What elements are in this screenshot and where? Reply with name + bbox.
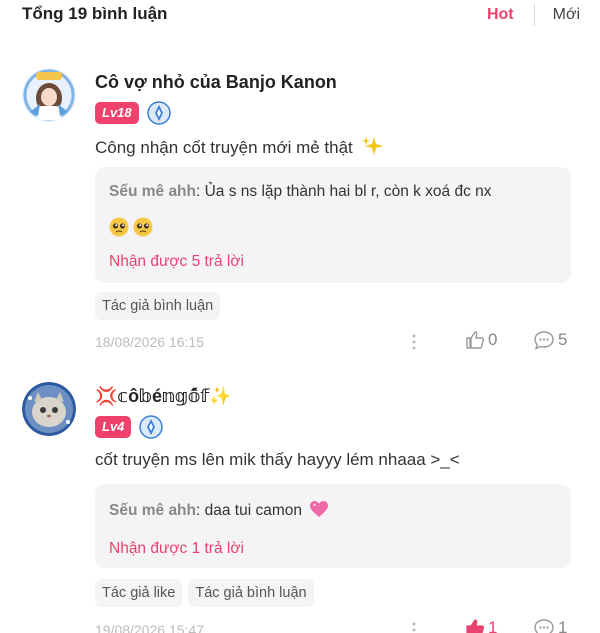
comment-text: cốt truyện ms lên mik thấy hayyy lém nha…	[95, 450, 460, 469]
vip-badge-icon	[139, 415, 164, 439]
author-tags: Tác giả like Tác giả bình luận	[95, 579, 320, 607]
author-tags: Tác giả bình luận	[95, 292, 226, 320]
comment-content: Công nhận cốt truyện mới mẻ thật	[95, 136, 384, 158]
reply-author[interactable]: Sếu mê ahh	[109, 502, 196, 519]
user-badges: Lv18	[95, 101, 171, 125]
sort-tabs: Hot Mới	[487, 4, 580, 26]
comment-text: Công nhận cốt truyện mới mẻ thật	[95, 138, 353, 157]
heart-icon	[310, 501, 329, 517]
reply-count: 5	[558, 330, 568, 349]
comment-content: cốt truyện ms lên mik thấy hayyy lém nha…	[95, 450, 460, 470]
reply-text: : Ủa s ns lặp thành hai bl r, còn k xoá …	[196, 183, 492, 200]
comment-footer: 18/08/2026 16:15 0 5	[95, 330, 571, 354]
reply-author[interactable]: Sếu mê ahh	[109, 183, 196, 200]
more-options-icon[interactable]	[411, 333, 417, 351]
anger-symbol-icon: 💢	[95, 386, 118, 406]
comment-total-title: Tổng 19 bình luận	[22, 4, 168, 23]
tab-new[interactable]: Mới	[553, 6, 580, 24]
reply-text: : daa tui camon	[196, 502, 302, 519]
author-comment-tag: Tác giả bình luận	[188, 579, 314, 607]
author-comment-tag: Tác giả bình luận	[95, 292, 221, 320]
more-options-icon[interactable]	[411, 621, 417, 633]
like-button[interactable]: 1	[465, 618, 497, 633]
pleading-face-icon	[109, 217, 129, 237]
view-replies-link[interactable]: Nhận được 1 trả lời	[109, 540, 244, 558]
reply-preview-line: Sếu mê ahh: Ủa s ns lặp thành hai bl r, …	[109, 183, 492, 201]
reply-preview[interactable]: Sếu mê ahh: daa tui camon Nhận được 1 tr…	[95, 484, 571, 568]
tab-hot[interactable]: Hot	[487, 6, 514, 24]
comment-footer: 19/08/2026 15:47 1 1	[95, 618, 571, 633]
sparkles-icon	[361, 137, 383, 155]
level-badge: Lv4	[95, 416, 132, 438]
comment-date: 18/08/2026 16:15	[95, 334, 204, 350]
comment-date: 19/08/2026 15:47	[95, 622, 204, 633]
thumbs-up-filled-icon	[466, 619, 484, 633]
avatar[interactable]	[22, 382, 76, 436]
reply-button[interactable]: 1	[533, 618, 567, 633]
chat-bubble-icon	[534, 619, 554, 633]
reply-emojis	[109, 217, 157, 237]
vip-badge-icon	[146, 101, 171, 125]
view-replies-link[interactable]: Nhận được 5 trả lời	[109, 253, 244, 271]
reply-preview-line: Sếu mê ahh: daa tui camon	[109, 500, 329, 520]
comments-header: Tổng 19 bình luận Hot Mới	[0, 0, 600, 30]
reply-button[interactable]: 5	[533, 330, 567, 350]
username[interactable]: 💢𝕔ô𝕓é𝕟𝕘𝕠̂́𝕗✨	[95, 386, 232, 407]
like-count: 0	[488, 330, 498, 349]
chat-bubble-icon	[534, 331, 554, 350]
user-badges: Lv4	[95, 415, 164, 439]
pleading-face-icon	[133, 217, 153, 237]
thumbs-up-icon	[466, 331, 485, 349]
reply-count: 1	[558, 618, 568, 633]
username[interactable]: Cô vợ nhỏ của Banjo Kanon	[95, 72, 337, 93]
username-text: 𝕔ô𝕓é𝕟𝕘𝕠̂́𝕗	[117, 386, 210, 406]
avatar[interactable]	[22, 68, 76, 122]
author-like-tag: Tác giả like	[95, 579, 183, 607]
tab-divider	[533, 4, 535, 26]
sparkles-icon: ✨	[209, 386, 232, 406]
level-badge: Lv18	[95, 102, 139, 124]
reply-preview[interactable]: Sếu mê ahh: Ủa s ns lặp thành hai bl r, …	[95, 167, 571, 283]
like-count: 1	[488, 618, 498, 633]
like-button[interactable]: 0	[465, 330, 497, 350]
